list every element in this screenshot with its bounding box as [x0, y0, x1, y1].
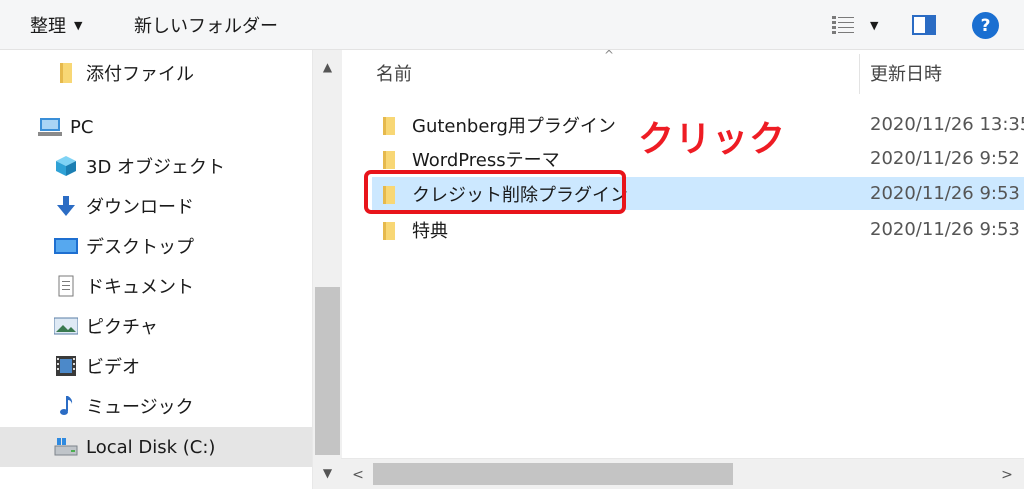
sidebar-item-3d-objects[interactable]: 3D オブジェクト — [54, 150, 225, 182]
sidebar-item-label: ビデオ — [86, 357, 140, 378]
sidebar-item-local-disk[interactable]: Local Disk (C:) — [0, 427, 312, 467]
file-row[interactable]: 特典 2020/11/26 9:53 — [372, 213, 1024, 246]
folder-icon — [54, 62, 78, 84]
file-date: 2020/11/26 9:53 — [870, 183, 1020, 204]
sidebar-item-label: デスクトップ — [86, 237, 194, 258]
command-bar: 整理 ▼ 新しいフォルダー ▼ ? — [0, 0, 1024, 50]
sidebar-item-videos[interactable]: ビデオ — [54, 350, 140, 382]
sidebar-item-label: ドキュメント — [86, 277, 194, 298]
folder-icon — [380, 221, 402, 240]
sidebar-item-attachments[interactable]: 添付ファイル — [54, 57, 194, 89]
sidebar-item-label: ミュージック — [86, 397, 194, 418]
folder-icon — [380, 116, 402, 135]
column-header-date-modified[interactable]: 更新日時 — [870, 50, 942, 96]
view-options-icon[interactable] — [832, 14, 856, 36]
folder-icon — [380, 150, 402, 169]
help-button[interactable]: ? — [972, 12, 999, 39]
sidebar-item-music[interactable]: ミュージック — [54, 390, 194, 422]
sidebar-item-label: ダウンロード — [86, 197, 194, 218]
organize-label: 整理 — [30, 16, 66, 37]
sidebar-item-label: PC — [70, 116, 94, 138]
horizontal-scroll-thumb[interactable] — [373, 463, 733, 485]
desktop-icon — [54, 235, 78, 257]
local-disk-icon — [54, 436, 78, 458]
file-date: 2020/11/26 13:35 — [870, 114, 1024, 135]
sidebar-item-label: ピクチャ — [86, 317, 158, 338]
organize-button[interactable]: 整理 ▼ — [30, 0, 82, 50]
sidebar-scroll-thumb[interactable] — [315, 287, 340, 455]
column-header-name[interactable]: 名前 — [376, 50, 412, 96]
sidebar-item-documents[interactable]: ドキュメント — [54, 270, 194, 302]
view-options-dropdown-icon[interactable]: ▼ — [870, 0, 878, 50]
music-icon — [54, 395, 78, 417]
sidebar-item-pc[interactable]: PC — [38, 111, 93, 143]
scroll-down-icon[interactable]: ▼ — [313, 458, 342, 488]
document-icon — [54, 275, 78, 297]
sort-ascending-icon: ^ — [604, 48, 615, 62]
file-date: 2020/11/26 9:53 — [870, 219, 1020, 240]
preview-pane-icon[interactable] — [912, 14, 936, 36]
scroll-left-icon[interactable]: < — [343, 459, 373, 489]
click-annotation: クリック — [638, 119, 787, 160]
new-folder-button[interactable]: 新しいフォルダー — [134, 0, 278, 50]
sidebar-item-desktop[interactable]: デスクトップ — [54, 230, 194, 262]
scroll-right-icon[interactable]: > — [992, 459, 1022, 489]
click-highlight-box — [364, 170, 626, 214]
video-icon — [54, 355, 78, 377]
scroll-up-icon[interactable]: ▲ — [313, 52, 342, 82]
file-name: 特典 — [412, 220, 448, 242]
sidebar-item-downloads[interactable]: ダウンロード — [54, 190, 194, 222]
sidebar-item-label: Local Disk (C:) — [86, 436, 216, 458]
sidebar-item-pictures[interactable]: ピクチャ — [54, 310, 158, 342]
file-date: 2020/11/26 9:52 — [870, 148, 1020, 169]
3d-objects-icon — [54, 155, 78, 177]
navigation-pane: 添付ファイル PC 3D オブジェクト ダウンロード デスクトップ ドキュメント — [0, 50, 312, 489]
column-divider[interactable] — [859, 54, 860, 94]
chevron-down-icon: ▼ — [74, 18, 83, 32]
pictures-icon — [54, 315, 78, 337]
pc-icon — [38, 116, 62, 138]
sidebar-item-label: 3D オブジェクト — [86, 157, 226, 178]
sidebar-item-label: 添付ファイル — [86, 64, 194, 85]
sidebar-scrollbar[interactable]: ▲ ▼ — [312, 50, 341, 489]
file-list-horizontal-scrollbar[interactable]: < > — [341, 458, 1024, 489]
download-icon — [54, 195, 78, 217]
